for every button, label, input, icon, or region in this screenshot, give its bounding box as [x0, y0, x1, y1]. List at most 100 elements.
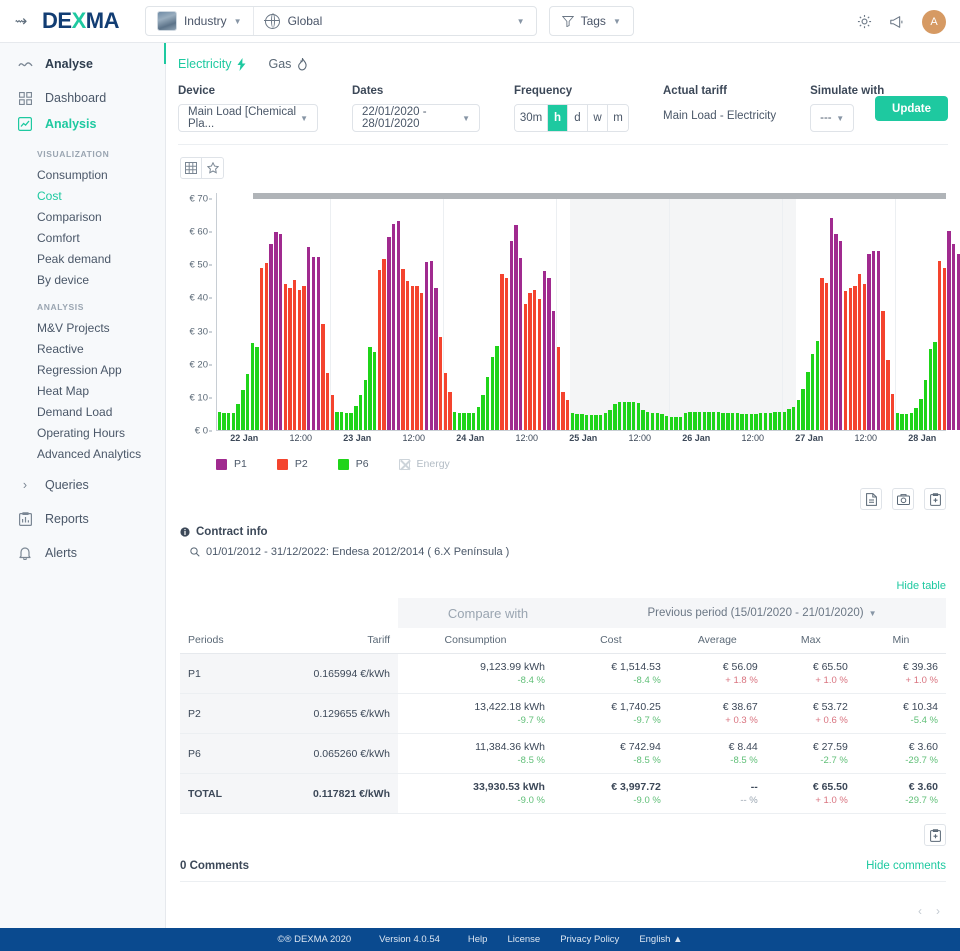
chart-bar[interactable]	[933, 342, 936, 430]
avatar[interactable]: A	[922, 10, 946, 34]
chart-bar[interactable]	[359, 395, 362, 430]
chart-bar[interactable]	[604, 413, 607, 430]
chart-bar[interactable]	[462, 413, 465, 430]
chart-bar[interactable]	[844, 291, 847, 430]
chart-bar[interactable]	[500, 274, 503, 430]
chart-bar[interactable]	[345, 413, 348, 430]
chart-bar[interactable]	[575, 414, 578, 430]
chart-bar[interactable]	[656, 413, 659, 430]
sidebar-item-comfort[interactable]: Comfort	[0, 227, 165, 248]
chart-bar[interactable]	[825, 283, 828, 430]
chart-bar[interactable]	[368, 347, 371, 430]
chart-bar[interactable]	[830, 218, 833, 430]
sidebar-item-comparison[interactable]: Comparison	[0, 206, 165, 227]
sidebar-item-cost[interactable]: Cost	[0, 185, 165, 206]
chart-bar[interactable]	[382, 259, 385, 430]
chart-bar[interactable]	[698, 412, 701, 430]
chart-bar[interactable]	[415, 286, 418, 430]
chart-bar[interactable]	[712, 412, 715, 430]
chart-bar[interactable]	[594, 415, 597, 430]
chart-bar[interactable]	[481, 395, 484, 430]
chart-bar[interactable]	[406, 281, 409, 430]
chart-bar[interactable]	[938, 261, 941, 430]
chart-bar[interactable]	[571, 413, 574, 430]
chart-bar[interactable]	[364, 380, 367, 430]
chart-bar[interactable]	[910, 413, 913, 430]
chart-bar[interactable]	[684, 413, 687, 430]
hide-table-link[interactable]: Hide table	[166, 580, 946, 592]
chart-bar[interactable]	[222, 413, 225, 430]
chart-bar[interactable]	[863, 284, 866, 430]
chart-bar[interactable]	[721, 413, 724, 430]
chart-bar[interactable]	[486, 377, 489, 430]
snapshot-button[interactable]	[892, 488, 914, 510]
chart-bar[interactable]	[792, 407, 795, 430]
chart-bar[interactable]	[783, 412, 786, 430]
grid-view-icon[interactable]	[181, 158, 202, 178]
chart-bar[interactable]	[495, 346, 498, 430]
chart-bar[interactable]	[510, 241, 513, 430]
chart-bar[interactable]	[877, 251, 880, 430]
chart-bar[interactable]	[891, 394, 894, 430]
chart-bar[interactable]	[618, 402, 621, 430]
chart-bar[interactable]	[260, 268, 263, 430]
chart-bar[interactable]	[820, 278, 823, 430]
industry-selector[interactable]: Industry ▼	[146, 7, 253, 35]
chart-bar[interactable]	[302, 286, 305, 430]
chart-bar[interactable]	[401, 269, 404, 430]
chart-bar[interactable]	[754, 414, 757, 430]
chart-bar[interactable]	[218, 412, 221, 430]
chevron-right-icon[interactable]: ›	[936, 904, 940, 918]
table-add-to-report-button[interactable]	[924, 824, 946, 846]
chart-bar[interactable]	[373, 352, 376, 430]
chart-bar[interactable]	[900, 414, 903, 430]
chart-bar[interactable]	[660, 414, 663, 430]
chart-bar[interactable]	[397, 221, 400, 430]
chart-bar[interactable]	[665, 416, 668, 430]
sidebar-item-analysis[interactable]: Analysis	[0, 111, 165, 137]
chart-bar[interactable]	[232, 413, 235, 430]
chart-bar[interactable]	[392, 224, 395, 430]
chart-bar[interactable]	[288, 288, 291, 430]
chart-bar[interactable]	[632, 402, 635, 430]
chart-bar[interactable]	[867, 254, 870, 430]
megaphone-icon[interactable]	[889, 15, 905, 29]
chart-bar[interactable]	[585, 415, 588, 430]
chart-bar[interactable]	[849, 288, 852, 431]
chart-bar[interactable]	[227, 413, 230, 430]
chart-bar[interactable]	[914, 408, 917, 430]
chart-bar[interactable]	[326, 373, 329, 430]
chart-bar[interactable]	[816, 341, 819, 430]
chart-bar[interactable]	[623, 402, 626, 431]
frequency-option-h[interactable]: h	[548, 105, 568, 131]
chart-bar[interactable]	[641, 410, 644, 430]
chart-bar[interactable]	[246, 374, 249, 430]
chart-bar[interactable]	[552, 311, 555, 430]
simulate-with-select[interactable]: --- ▼	[810, 104, 854, 132]
sidebar-item-heat-map[interactable]: Heat Map	[0, 380, 165, 401]
chart-bar[interactable]	[924, 380, 927, 430]
chart-bar[interactable]	[236, 404, 239, 431]
chart-bar[interactable]	[679, 417, 682, 430]
chart-bar[interactable]	[505, 278, 508, 430]
chart-bar[interactable]	[896, 413, 899, 430]
chart-bar[interactable]	[557, 347, 560, 430]
chart-bar[interactable]	[411, 286, 414, 430]
sidebar-item-operating-hours[interactable]: Operating Hours	[0, 422, 165, 443]
chart-bar[interactable]	[340, 412, 343, 430]
device-select[interactable]: Main Load [Chemical Pla... ▼	[178, 104, 318, 132]
dates-select[interactable]: 22/01/2020 - 28/01/2020 ▼	[352, 104, 480, 132]
chart-bar[interactable]	[853, 286, 856, 430]
gear-icon[interactable]	[857, 14, 872, 29]
sidebar-item-dashboard[interactable]: Dashboard	[0, 85, 165, 111]
sidebar-item-peak-demand[interactable]: Peak demand	[0, 248, 165, 269]
chart-bar[interactable]	[439, 337, 442, 430]
chart-bar[interactable]	[769, 413, 772, 430]
frequency-option-30m[interactable]: 30m	[515, 105, 548, 131]
footer-language-selector[interactable]: English ▲	[639, 934, 682, 945]
chart-bar[interactable]	[759, 413, 762, 430]
chart-bar[interactable]	[919, 399, 922, 430]
chart-bar[interactable]	[307, 247, 310, 430]
sidebar-item-reactive[interactable]: Reactive	[0, 338, 165, 359]
chart-bar[interactable]	[773, 412, 776, 430]
